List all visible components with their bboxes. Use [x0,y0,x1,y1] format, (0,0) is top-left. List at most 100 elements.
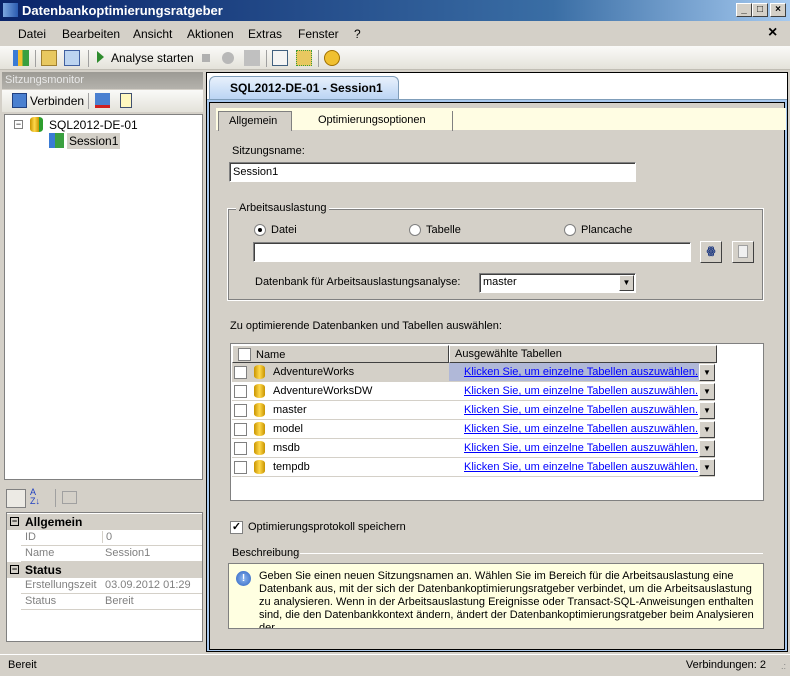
database-name: AdventureWorks [273,366,354,378]
toolbar-separator [318,50,319,67]
chevron-down-icon[interactable]: ▼ [699,364,715,381]
window-title: Datenbankoptimierungsratgeber [22,3,223,18]
chevron-down-icon[interactable]: ▼ [619,275,634,291]
save-log-label[interactable]: Optimierungsprotokoll speichern [248,521,406,533]
play-icon[interactable] [97,51,104,63]
radio-datei-label[interactable]: Datei [271,224,297,236]
refresh-icon[interactable] [120,93,132,108]
radio-tabelle[interactable] [409,224,421,236]
radio-plancache[interactable] [564,224,576,236]
sort-alpha-icon[interactable]: AZ↓ [30,488,40,506]
header-tables[interactable]: Ausgewählte Tabellen [449,345,717,363]
database-name: model [273,423,303,435]
header-label: Name [256,349,285,361]
database-name: tempdb [273,461,310,473]
preview-file-button[interactable] [732,241,754,263]
tab-allgemein[interactable]: Allgemein [218,111,292,131]
select-tables-link[interactable]: Klicken Sie, um einzelne Tabellen auszuw… [449,458,699,476]
table-row[interactable]: AdventureWorks Klicken Sie, um einzelne … [232,363,715,382]
select-tables-link[interactable]: Klicken Sie, um einzelne Tabellen auszuw… [449,363,699,381]
property-row[interactable]: NameSession1 [21,546,202,562]
row-checkbox[interactable] [234,461,247,474]
table-row[interactable]: model Klicken Sie, um einzelne Tabellen … [232,420,715,439]
property-row[interactable]: StatusBereit [21,594,202,610]
app-icon [3,3,18,17]
disconnect-icon[interactable] [95,93,110,108]
select-tables-link[interactable]: Klicken Sie, um einzelne Tabellen auszuw… [449,382,699,400]
categorized-icon[interactable] [6,489,26,508]
maximize-button[interactable]: □ [752,3,768,17]
header-name[interactable]: Name [232,345,449,363]
connect-button[interactable]: Verbinden [30,94,84,108]
preview-icon [738,245,748,258]
row-checkbox[interactable] [234,404,247,417]
row-checkbox[interactable] [234,423,247,436]
table-row[interactable]: msdb Klicken Sie, um einzelne Tabellen a… [232,439,715,458]
minimize-button[interactable]: _ [736,3,752,17]
collapse-icon[interactable]: − [10,517,19,526]
database-name: msdb [273,442,300,454]
workload-file-input[interactable] [253,242,691,262]
document-tab[interactable]: SQL2012-DE-01 - Session1 [209,76,399,100]
property-row[interactable]: Erstellungszeit03.09.2012 01:29 [21,578,202,594]
row-checkbox[interactable] [234,366,247,379]
menu-fenster[interactable]: Fenster [298,27,339,41]
stop-icon[interactable] [202,54,210,62]
toolbar-separator [35,50,36,67]
chevron-down-icon[interactable]: ▼ [699,383,715,400]
save-log-checkbox[interactable]: ✓ [230,521,243,534]
category-status[interactable]: −Status [7,562,202,578]
cancel-icon[interactable] [222,52,234,64]
tree-session[interactable]: Session1 [67,133,120,149]
connections-count: Verbindungen: 2 [686,659,766,671]
menu-ansicht[interactable]: Ansicht [133,27,172,41]
open-workload-icon[interactable] [64,50,80,66]
select-tables-link[interactable]: Klicken Sie, um einzelne Tabellen auszuw… [449,420,699,438]
radio-tabelle-label[interactable]: Tabelle [426,224,461,236]
select-all-checkbox[interactable] [238,348,251,361]
tab-optimierungsoptionen[interactable]: Optimierungsoptionen [308,111,453,131]
select-tables-link[interactable]: Klicken Sie, um einzelne Tabellen auszuw… [449,439,699,457]
collapse-icon[interactable]: − [14,120,23,129]
table-row[interactable]: master Klicken Sie, um einzelne Tabellen… [232,401,715,420]
chevron-down-icon[interactable]: ▼ [699,421,715,438]
property-pages-icon[interactable] [62,491,77,504]
category-allgemein[interactable]: −Allgemein [7,514,202,530]
close-button[interactable]: × [770,3,786,17]
menu-help[interactable]: ? [354,27,361,41]
server-icon [30,117,43,132]
mdi-close-button[interactable]: × [768,24,777,42]
select-tables-link[interactable]: Klicken Sie, um einzelne Tabellen auszuw… [449,401,699,419]
menu-aktionen[interactable]: Aktionen [187,27,234,41]
new-session-icon[interactable] [13,50,29,66]
table-row[interactable]: tempdb Klicken Sie, um einzelne Tabellen… [232,458,715,477]
menu-datei[interactable]: Datei [18,27,46,41]
chevron-down-icon[interactable]: ▼ [699,402,715,419]
menu-extras[interactable]: Extras [248,27,282,41]
help-icon[interactable] [324,50,340,66]
start-analysis-button[interactable]: Analyse starten [111,51,194,65]
connect-icon[interactable] [244,50,260,66]
database-icon [254,384,265,398]
resize-grip[interactable]: .: [781,661,786,671]
connect-icon[interactable] [12,93,27,108]
workload-db-select[interactable]: master▼ [479,273,636,293]
property-row[interactable]: ID0 [21,530,202,546]
table-row[interactable]: AdventureWorksDW Klicken Sie, um einzeln… [232,382,715,401]
tree-server[interactable]: SQL2012-DE-01 [49,118,138,132]
radio-datei[interactable] [254,224,266,236]
radio-plancache-label[interactable]: Plancache [581,224,632,236]
open-session-icon[interactable] [41,50,57,66]
session-name-input[interactable] [229,162,636,182]
db-section-label: Zu optimierende Datenbanken und Tabellen… [230,320,502,332]
row-checkbox[interactable] [234,385,247,398]
menu-bearbeiten[interactable]: Bearbeiten [62,27,120,41]
options-icon[interactable] [296,50,312,66]
chevron-down-icon[interactable]: ▼ [699,440,715,457]
chevron-down-icon[interactable]: ▼ [699,459,715,476]
collapse-icon[interactable]: − [10,565,19,574]
row-checkbox[interactable] [234,442,247,455]
browse-file-button[interactable]: ꙮ [700,241,722,263]
status-bar: Bereit Verbindungen: 2 .: [0,654,790,676]
report-icon[interactable] [272,50,288,66]
